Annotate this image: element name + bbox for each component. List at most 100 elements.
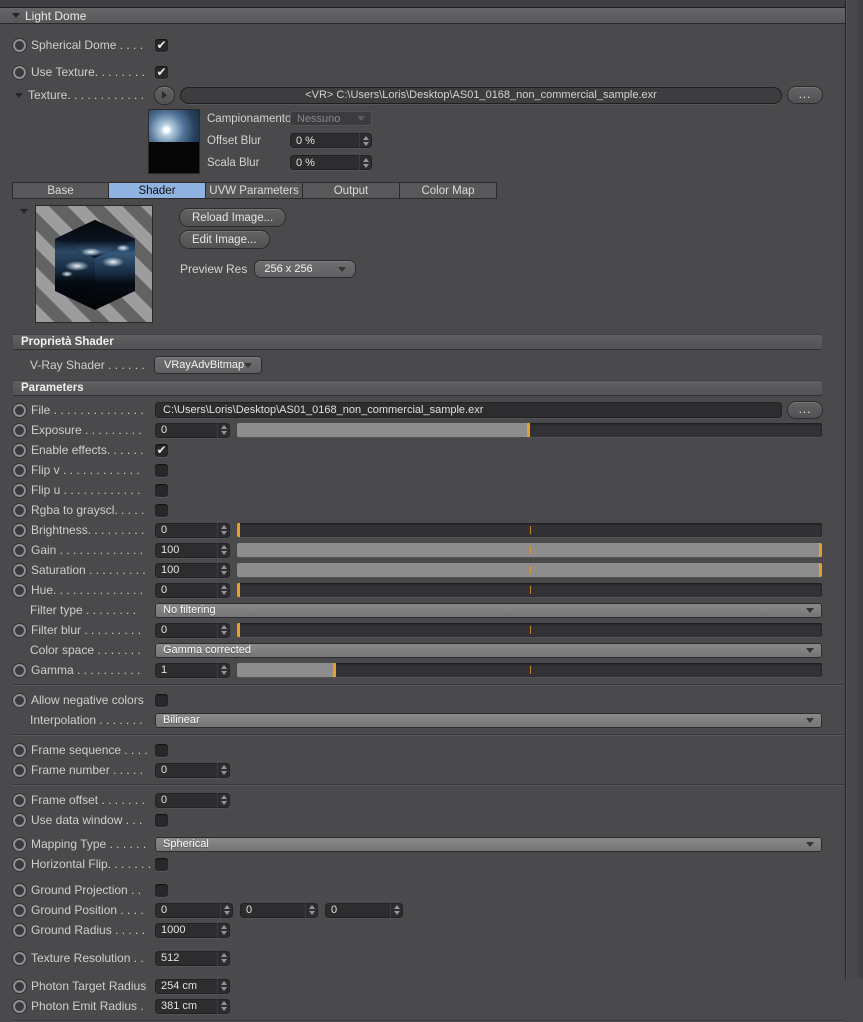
animation-dot-icon[interactable]: [13, 483, 26, 497]
filter-type-dropdown[interactable]: No filtering: [155, 602, 822, 618]
gamma-input[interactable]: 1: [155, 662, 230, 678]
texture-expand-triangle-icon[interactable]: [15, 92, 23, 98]
animation-dot-icon[interactable]: [13, 543, 26, 557]
file-path-field[interactable]: C:\Users\Loris\Desktop\AS01_0168_non_com…: [155, 402, 782, 418]
animation-dot-icon[interactable]: [13, 403, 26, 417]
animation-dot-icon[interactable]: [13, 857, 26, 871]
animation-dot-icon[interactable]: [13, 837, 26, 851]
tab-output[interactable]: Output: [303, 182, 400, 199]
stepper-icon[interactable]: [217, 522, 230, 538]
texture-browse-button[interactable]: ...: [788, 87, 822, 103]
reload-image-button[interactable]: Reload Image...: [180, 209, 286, 226]
ground-position-x-input[interactable]: 0: [155, 902, 233, 918]
texture-preview-button[interactable]: [155, 86, 174, 104]
stepper-icon[interactable]: [217, 662, 230, 678]
gain-input[interactable]: 100: [155, 542, 230, 558]
exposure-input[interactable]: 0: [155, 422, 230, 438]
hue-slider[interactable]: [237, 583, 822, 597]
texture-resolution-input[interactable]: 512: [155, 950, 230, 966]
file-browse-button[interactable]: ...: [788, 402, 822, 418]
use-data-window-checkbox[interactable]: [155, 813, 168, 827]
animation-dot-icon[interactable]: [13, 583, 26, 597]
flip-v-checkbox[interactable]: [155, 463, 168, 477]
animation-dot-icon[interactable]: [13, 903, 26, 917]
mapping-type-dropdown[interactable]: Spherical: [155, 836, 822, 852]
stepper-icon[interactable]: [217, 582, 230, 598]
stepper-icon[interactable]: [220, 902, 233, 918]
photon-target-radius-input[interactable]: 254 cm: [155, 978, 230, 994]
hue-input[interactable]: 0: [155, 582, 230, 598]
animation-dot-icon[interactable]: [13, 523, 26, 537]
stepper-icon[interactable]: [359, 133, 372, 148]
interpolation-dropdown[interactable]: Bilinear: [155, 712, 822, 728]
color-space-dropdown[interactable]: Gamma corrected: [155, 642, 822, 658]
use-texture-checkbox[interactable]: [155, 65, 168, 79]
vray-shader-dropdown[interactable]: VRayAdvBitmap: [155, 357, 261, 373]
stepper-icon[interactable]: [217, 792, 230, 808]
tab-shader[interactable]: Shader: [109, 182, 206, 199]
stepper-icon[interactable]: [217, 542, 230, 558]
texture-thumbnail[interactable]: [148, 109, 200, 174]
animation-dot-icon[interactable]: [13, 623, 26, 637]
animation-dot-icon[interactable]: [13, 663, 26, 677]
spherical-dome-checkbox[interactable]: [155, 38, 168, 52]
animation-dot-icon[interactable]: [13, 793, 26, 807]
enable-effects-checkbox[interactable]: [155, 443, 168, 457]
animation-dot-icon[interactable]: [13, 38, 26, 52]
offset-blur-input[interactable]: 0 %: [290, 133, 372, 148]
frame-offset-input[interactable]: 0: [155, 792, 230, 808]
light-dome-header[interactable]: Light Dome: [0, 8, 845, 24]
gain-slider[interactable]: [237, 543, 822, 557]
animation-dot-icon[interactable]: [13, 923, 26, 937]
gamma-slider[interactable]: [237, 663, 822, 677]
stepper-icon[interactable]: [217, 978, 230, 994]
stepper-icon[interactable]: [217, 950, 230, 966]
stepper-icon[interactable]: [217, 922, 230, 938]
tab-color-map[interactable]: Color Map: [400, 182, 497, 199]
scala-blur-input[interactable]: 0 %: [290, 155, 372, 170]
shader-preview-swatch[interactable]: [35, 205, 153, 323]
animation-dot-icon[interactable]: [13, 743, 26, 757]
saturation-slider[interactable]: [237, 563, 822, 577]
tab-uvw-parameters[interactable]: UVW Parameters: [206, 182, 303, 199]
animation-dot-icon[interactable]: [13, 65, 26, 79]
brightness-input[interactable]: 0: [155, 522, 230, 538]
frame-sequence-checkbox[interactable]: [155, 743, 168, 757]
stepper-icon[interactable]: [359, 155, 372, 170]
animation-dot-icon[interactable]: [13, 763, 26, 777]
animation-dot-icon[interactable]: [13, 423, 26, 437]
flip-u-checkbox[interactable]: [155, 483, 168, 497]
ground-position-z-input[interactable]: 0: [325, 902, 403, 918]
stepper-icon[interactable]: [217, 762, 230, 778]
animation-dot-icon[interactable]: [13, 979, 26, 993]
preview-res-dropdown[interactable]: 256 x 256: [255, 261, 356, 277]
animation-dot-icon[interactable]: [13, 463, 26, 477]
animation-dot-icon[interactable]: [13, 951, 26, 965]
ground-position-y-input[interactable]: 0: [240, 902, 318, 918]
animation-dot-icon[interactable]: [13, 563, 26, 577]
saturation-input[interactable]: 100: [155, 562, 230, 578]
exposure-slider[interactable]: [237, 423, 822, 437]
ground-projection-checkbox[interactable]: [155, 883, 168, 897]
stepper-icon[interactable]: [217, 622, 230, 638]
ground-radius-input[interactable]: 1000: [155, 922, 230, 938]
rgba-to-grayscl-checkbox[interactable]: [155, 503, 168, 517]
animation-dot-icon[interactable]: [13, 999, 26, 1013]
animation-dot-icon[interactable]: [13, 883, 26, 897]
preview-collapse-triangle-icon[interactable]: [20, 209, 28, 214]
photon-emit-radius-input[interactable]: 381 cm: [155, 998, 230, 1014]
tab-base[interactable]: Base: [12, 182, 109, 199]
allow-negative-colors-checkbox[interactable]: [155, 693, 168, 707]
stepper-icon[interactable]: [217, 998, 230, 1014]
edit-image-button[interactable]: Edit Image...: [180, 231, 269, 248]
stepper-icon[interactable]: [305, 902, 318, 918]
frame-number-input[interactable]: 0: [155, 762, 230, 778]
collapse-triangle-icon[interactable]: [12, 13, 20, 18]
filter-blur-input[interactable]: 0: [155, 622, 230, 638]
texture-path-field[interactable]: <VR> C:\Users\Loris\Desktop\AS01_0168_no…: [180, 86, 782, 104]
animation-dot-icon[interactable]: [13, 443, 26, 457]
animation-dot-icon[interactable]: [13, 693, 26, 707]
stepper-icon[interactable]: [217, 562, 230, 578]
animation-dot-icon[interactable]: [13, 503, 26, 517]
brightness-slider[interactable]: [237, 523, 822, 537]
